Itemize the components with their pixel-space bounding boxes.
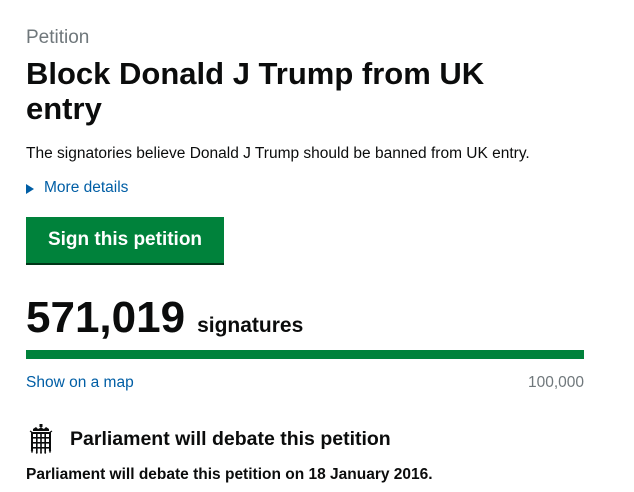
sign-petition-button[interactable]: Sign this petition [26,217,224,263]
debate-heading: Parliament will debate this petition [70,428,391,450]
triangle-right-icon [26,183,34,194]
petition-title: Block Donald J Trump from UK entry [26,56,485,126]
debate-heading-row: Parliament will debate this petition [28,424,391,454]
signature-threshold: 100,000 [527,374,584,391]
petition-summary: The signatories believe Donald J Trump s… [26,145,530,162]
show-on-map-link[interactable]: Show on a map [26,373,134,393]
signature-progress-fill [26,350,584,359]
portcullis-icon [29,424,53,454]
debate-date-text: Parliament will debate this petition on … [26,466,433,483]
signature-count: 571,019 [26,293,186,342]
signature-count-row: 571,019 signatures [26,292,303,344]
more-details-toggle[interactable]: More details [26,178,128,198]
signature-count-label: signatures [197,314,304,337]
signature-progress-bar [26,350,584,359]
page-caption: Petition [26,27,90,48]
more-details-label: More details [44,179,129,196]
